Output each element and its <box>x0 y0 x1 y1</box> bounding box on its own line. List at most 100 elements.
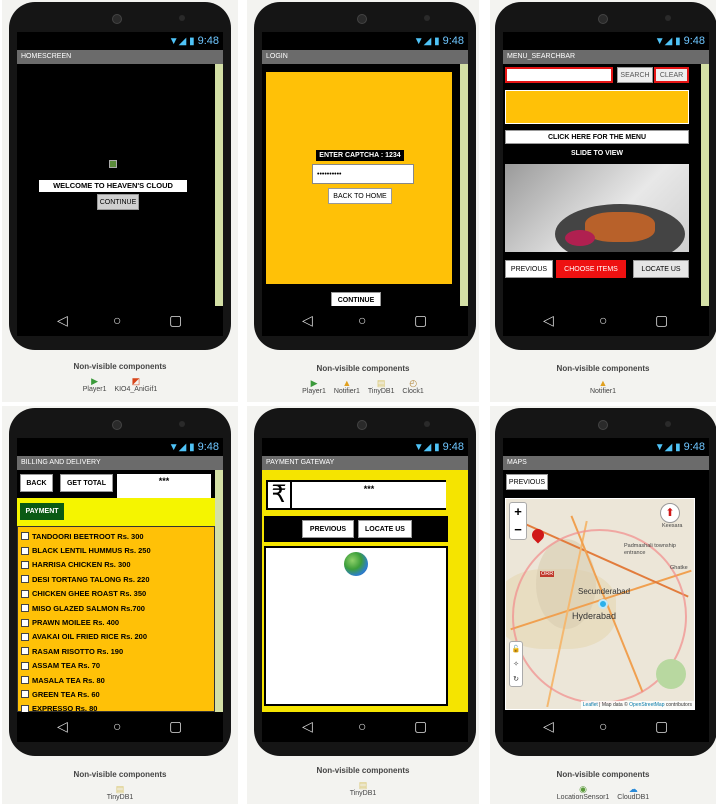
web-viewer[interactable] <box>266 548 446 704</box>
menu-item-checkbox[interactable]: TANDOORI BEETROOT Rs. 300 <box>18 529 214 543</box>
nav-bar: ◁ ○ ▢ <box>262 306 468 336</box>
phone-frame: ▼◢ ▮ 9:48 BILLING AND DELIVERY BACK GET T… <box>9 408 231 756</box>
menu-item-label: MASALA TEA Rs. 80 <box>32 675 105 685</box>
menu-item-checkbox[interactable]: ASSAM TEA Rs. 70 <box>18 659 214 673</box>
previous-button[interactable]: PREVIOUS <box>302 520 354 538</box>
checkbox-icon[interactable] <box>21 589 29 598</box>
locate-us-button[interactable]: LOCATE US <box>633 260 689 278</box>
checkbox-icon[interactable] <box>21 704 29 712</box>
checkbox-icon[interactable] <box>21 632 29 641</box>
zoom-out-button[interactable]: − <box>510 521 526 539</box>
menu-item-checkbox[interactable]: MISO GLAZED SALMON Rs.700 <box>18 601 214 615</box>
home-icon[interactable]: ○ <box>599 718 607 734</box>
lock-icon[interactable]: 🔓 <box>510 642 522 657</box>
recent-apps-icon[interactable]: ▢ <box>414 718 427 735</box>
login-card: ENTER CAPTCHA : 1234 •••••••••• BACK TO … <box>266 72 452 284</box>
back-icon[interactable]: ◁ <box>57 312 68 329</box>
compass-icon[interactable]: ⬆ <box>660 503 680 523</box>
menu-item-checkbox[interactable]: BLACK LENTIL HUMMUS Rs. 250 <box>18 543 214 557</box>
component-label: TinyDB1 <box>349 790 377 797</box>
menu-item-checkbox[interactable]: DESI TORTANG TALONG Rs. 220 <box>18 572 214 586</box>
recent-apps-icon[interactable]: ▢ <box>169 718 182 735</box>
continue-button[interactable]: CONTINUE <box>331 292 381 306</box>
play-icon: ▶ <box>91 376 99 386</box>
back-icon[interactable]: ◁ <box>57 718 68 735</box>
status-bar: ▼◢ ▮ 9:48 <box>503 438 709 456</box>
search-button[interactable]: SEARCH <box>617 67 653 83</box>
get-total-button[interactable]: GET TOTAL <box>60 474 113 492</box>
screen-title: MENU_SEARCHBAR <box>503 50 709 64</box>
home-icon[interactable]: ○ <box>113 718 121 734</box>
choose-items-button[interactable]: CHOOSE ITEMS <box>556 260 626 278</box>
back-icon[interactable]: ◁ <box>302 312 313 329</box>
back-to-home-button[interactable]: BACK TO HOME <box>328 188 392 204</box>
back-icon[interactable]: ◁ <box>543 312 554 329</box>
status-time: 9:48 <box>442 441 464 453</box>
checkbox-icon[interactable] <box>21 676 29 685</box>
recent-apps-icon[interactable]: ▢ <box>655 718 668 735</box>
continue-button[interactable]: CONTINUE <box>97 194 139 210</box>
phone-frame: ▼◢ ▮ 9:48 HOMESCREEN WELCOME TO HEAVEN'S … <box>9 2 231 350</box>
search-input[interactable] <box>505 67 613 83</box>
map-label-hyderabad: Hyderabad <box>572 611 617 621</box>
checkbox-icon[interactable] <box>21 690 29 699</box>
checkbox-icon[interactable] <box>21 575 29 584</box>
menu-item-checkbox[interactable]: GREEN TEA Rs. 60 <box>18 687 214 701</box>
previous-button[interactable]: PREVIOUS <box>506 474 548 490</box>
reset-rotation-icon[interactable]: ↻ <box>510 672 522 687</box>
map-view[interactable]: + − ⬆ Secunderabad Hyderabad Padmashali … <box>505 498 695 710</box>
home-icon[interactable]: ○ <box>599 312 607 328</box>
checkbox-icon[interactable] <box>21 647 29 656</box>
camera-icon <box>112 420 122 430</box>
scrollbar[interactable] <box>215 64 223 306</box>
food-shape <box>585 212 655 242</box>
checkbox-icon[interactable] <box>21 546 29 555</box>
payment-button[interactable]: PAYMENT <box>20 503 64 520</box>
menu-item-checkbox[interactable]: RASAM RISOTTO Rs. 190 <box>18 644 214 658</box>
checkbox-icon[interactable] <box>21 532 29 541</box>
leaflet-link[interactable]: Leaflet <box>583 702 598 708</box>
phone-frame: ▼◢ ▮ 9:48 MAPS PREVIOUS + − ⬆ Secunderab… <box>495 408 716 756</box>
recent-apps-icon[interactable]: ▢ <box>655 312 668 329</box>
home-icon[interactable]: ○ <box>358 312 366 328</box>
recent-apps-icon[interactable]: ▢ <box>169 312 182 329</box>
back-icon[interactable]: ◁ <box>543 718 554 735</box>
checkbox-icon[interactable] <box>21 618 29 627</box>
location-pin-icon[interactable] <box>529 526 547 544</box>
menu-item-checkbox[interactable]: MASALA TEA Rs. 80 <box>18 673 214 687</box>
status-time: 9:48 <box>683 35 705 47</box>
back-button[interactable]: BACK <box>20 474 53 492</box>
food-slideshow[interactable] <box>505 164 689 252</box>
menu-item-checkbox[interactable]: HARRISA CHICKEN Rs. 300 <box>18 558 214 572</box>
menu-item-checkbox[interactable]: EXPRESSO Rs. 80 <box>18 702 214 712</box>
clear-button[interactable]: CLEAR <box>654 67 689 83</box>
menu-button[interactable]: CLICK HERE FOR THE MENU <box>505 130 689 144</box>
back-icon[interactable]: ◁ <box>302 718 313 735</box>
captcha-password-field[interactable]: •••••••••• <box>312 164 414 184</box>
sensor-icon <box>179 15 185 21</box>
locate-us-button[interactable]: LOCATE US <box>358 520 412 538</box>
database-icon: ▤ <box>115 784 125 794</box>
zoom-in-button[interactable]: + <box>510 503 526 521</box>
scrollbar[interactable] <box>460 64 468 306</box>
scrollbar[interactable] <box>215 470 223 712</box>
menu-item-checkbox[interactable]: CHICKEN GHEE ROAST Rs. 350 <box>18 587 214 601</box>
clouddb-component: ☁ CloudDB1 <box>617 784 649 801</box>
previous-button[interactable]: PREVIOUS <box>505 260 553 278</box>
home-icon[interactable]: ○ <box>113 312 121 328</box>
checkbox-icon[interactable] <box>21 661 29 670</box>
menu-item-checkbox[interactable]: AVAKAI OIL FRIED RICE Rs. 200 <box>18 630 214 644</box>
menu-item-checkbox[interactable]: PRAWN MOILEE Rs. 400 <box>18 615 214 629</box>
sensor-icon <box>179 421 185 427</box>
osm-link[interactable]: OpenStreetMap <box>629 702 664 708</box>
non-visible-label: Non-visible components <box>316 364 410 373</box>
center-location-icon[interactable]: ✧ <box>510 657 522 672</box>
menu-item-label: PRAWN MOILEE Rs. 400 <box>32 618 120 628</box>
scrollbar[interactable] <box>701 64 709 306</box>
map-label-ghatkesar: Ghatke <box>670 565 688 571</box>
home-icon[interactable]: ○ <box>358 718 366 734</box>
component-label: Clock1 <box>402 388 424 395</box>
checkbox-icon[interactable] <box>21 604 29 613</box>
recent-apps-icon[interactable]: ▢ <box>414 312 427 329</box>
checkbox-icon[interactable] <box>21 560 29 569</box>
